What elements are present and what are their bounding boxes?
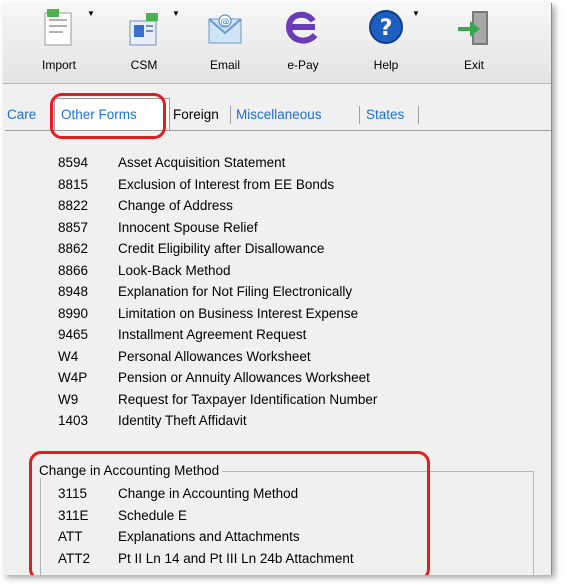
form-description: Pension or Annuity Allowances Worksheet xyxy=(118,370,370,385)
exit-button[interactable]: Exit xyxy=(436,3,512,83)
tab-care[interactable]: Care xyxy=(7,104,36,126)
form-code: W4P xyxy=(58,370,88,385)
help-icon: ? xyxy=(369,10,403,44)
form-description: Identity Theft Affidavit xyxy=(118,413,247,428)
form-description: Explanation for Not Filing Electronicall… xyxy=(118,284,353,299)
form-description: Exclusion of Interest from EE Bonds xyxy=(118,177,335,192)
form-description: Credit Eligibility after Disallowance xyxy=(118,241,325,256)
svg-text:@: @ xyxy=(221,18,230,28)
form-code: 8862 xyxy=(58,241,89,256)
form-code: 8866 xyxy=(58,263,89,278)
help-label: Help xyxy=(373,58,399,72)
form-code: W9 xyxy=(58,392,79,407)
tab-miscellaneous[interactable]: Miscellaneous xyxy=(236,104,322,126)
exit-label: Exit xyxy=(463,58,484,72)
form-code: 9465 xyxy=(58,327,89,342)
csm-dropdown-icon[interactable]: ▼ xyxy=(172,9,180,18)
form-description: Look-Back Method xyxy=(118,263,231,278)
import-label: Import xyxy=(41,58,76,72)
exit-icon xyxy=(458,11,488,45)
tab-separator xyxy=(230,106,231,124)
app-window: Import ▼ CSM ▼ @ Email e-Pay ? Help ▼ Ex… xyxy=(3,3,552,575)
form-code: 8857 xyxy=(58,220,89,235)
tab-separator xyxy=(359,106,360,124)
form-code: 8948 xyxy=(58,284,89,299)
form-code: 8822 xyxy=(58,198,89,213)
epay-label: e-Pay xyxy=(287,58,319,72)
form-code: 8815 xyxy=(58,177,89,192)
toolbar: Import ▼ CSM ▼ @ Email e-Pay ? Help ▼ Ex… xyxy=(3,3,551,84)
form-code: 1403 xyxy=(58,413,89,428)
help-button[interactable]: ? Help ▼ xyxy=(348,3,424,83)
import-button[interactable]: Import ▼ xyxy=(21,3,97,83)
form-code: 8594 xyxy=(58,155,89,170)
form-description: Installment Agreement Request xyxy=(118,327,307,342)
form-code: 8990 xyxy=(58,306,89,321)
form-description: Innocent Spouse Relief xyxy=(118,220,258,235)
form-description: Personal Allowances Worksheet xyxy=(118,349,311,364)
email-button[interactable]: @ Email xyxy=(187,3,263,83)
tab-foreign[interactable]: Foreign xyxy=(173,104,219,126)
import-icon xyxy=(44,9,72,46)
import-dropdown-icon[interactable]: ▼ xyxy=(87,9,95,18)
form-description: Asset Acquisition Statement xyxy=(118,155,286,170)
svg-text:?: ? xyxy=(380,16,393,41)
csm-icon xyxy=(129,13,158,46)
tab-separator xyxy=(418,106,419,124)
tab-states[interactable]: States xyxy=(366,104,404,126)
form-code: W4 xyxy=(58,349,79,364)
csm-button[interactable]: CSM ▼ xyxy=(106,3,182,83)
help-dropdown-icon[interactable]: ▼ xyxy=(412,9,420,18)
highlight-other-forms-tab xyxy=(50,93,166,139)
epay-icon xyxy=(285,11,318,44)
form-description: Limitation on Business Interest Expense xyxy=(118,306,359,321)
screenshot: Import ▼ CSM ▼ @ Email e-Pay ? Help ▼ Ex… xyxy=(0,0,576,585)
form-description: Request for Taxpayer Identification Numb… xyxy=(118,392,378,407)
csm-label: CSM xyxy=(130,58,158,72)
email-icon: @ xyxy=(208,14,242,44)
form-description: Change of Address xyxy=(118,198,233,213)
epay-button[interactable]: e-Pay xyxy=(265,3,341,83)
highlight-accounting-group xyxy=(29,451,430,575)
email-label: Email xyxy=(209,58,240,72)
